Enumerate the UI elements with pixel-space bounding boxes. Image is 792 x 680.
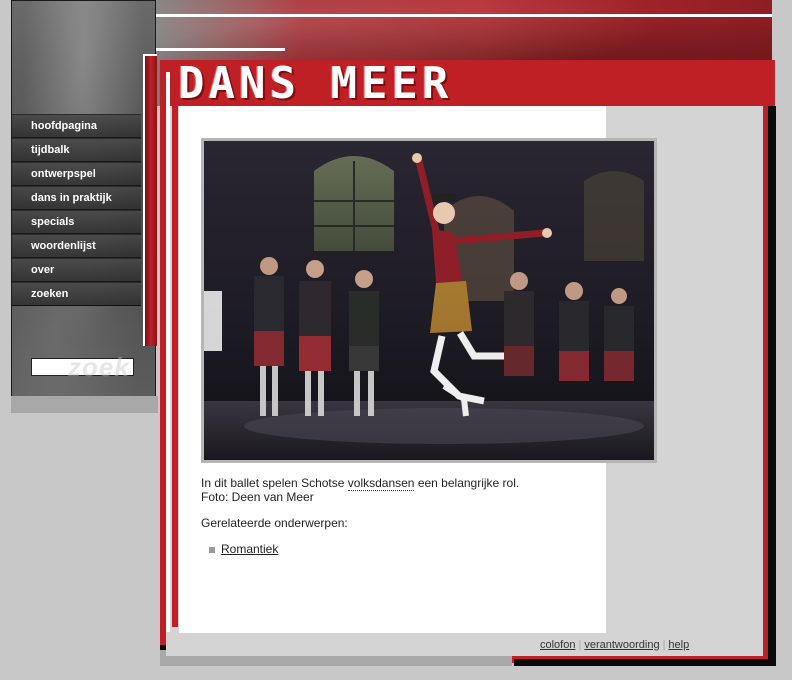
main-nav: hoofdpagina tijdbalk ontwerpspel dans in…	[12, 114, 141, 306]
nav-item-ontwerpspel[interactable]: ontwerpspel	[12, 162, 141, 186]
nav-item-hoofdpagina[interactable]: hoofdpagina	[12, 114, 141, 138]
nav-item-tijdbalk[interactable]: tijdbalk	[12, 138, 141, 162]
photo-credit: Foto: Deen van Meer	[201, 490, 314, 504]
footer-links: colofon | verantwoording | help	[540, 639, 689, 651]
footer-separator: |	[578, 639, 582, 651]
caption-text-before: In dit ballet spelen Schotse	[201, 476, 348, 490]
nav-item-zoeken[interactable]: zoeken	[12, 282, 141, 306]
footer-separator: |	[662, 639, 666, 651]
caption-text-after: een belangrijke rol.	[414, 476, 520, 490]
frame-stripe-white	[166, 72, 170, 632]
photo-caption: In dit ballet spelen Schotse volksdansen…	[201, 476, 601, 504]
bullet-icon	[209, 546, 215, 553]
sidebar-red-strip	[143, 54, 157, 346]
frame-shadow-right	[768, 106, 776, 666]
nav-item-over[interactable]: over	[12, 258, 141, 282]
footer-link-help[interactable]: help	[668, 639, 689, 651]
photo-frame	[201, 138, 657, 463]
frame-shadow-bottom	[514, 659, 776, 666]
related-link-romantiek[interactable]: Romantiek	[221, 542, 278, 556]
search-input[interactable]	[31, 358, 134, 376]
related-list: Romantiek	[209, 542, 278, 556]
list-item: Romantiek	[209, 542, 278, 556]
ballet-photo	[204, 141, 654, 460]
footer-link-colofon[interactable]: colofon	[540, 639, 575, 651]
site-logo-text: DANS MEER	[178, 58, 453, 109]
frame-stripe-inner	[172, 72, 178, 627]
glossary-link-volksdansen[interactable]: volksdansen	[347, 476, 415, 491]
nav-item-dans-in-praktijk[interactable]: dans in praktijk	[12, 186, 141, 210]
nav-item-woordenlijst[interactable]: woordenlijst	[12, 234, 141, 258]
footer-link-verantwoording[interactable]: verantwoording	[584, 639, 659, 651]
site-logo[interactable]: DANS MEER	[178, 62, 478, 106]
related-heading: Gerelateerde onderwerpen:	[201, 516, 348, 530]
sidebar-shadow	[11, 396, 158, 413]
nav-item-specials[interactable]: specials	[12, 210, 141, 234]
